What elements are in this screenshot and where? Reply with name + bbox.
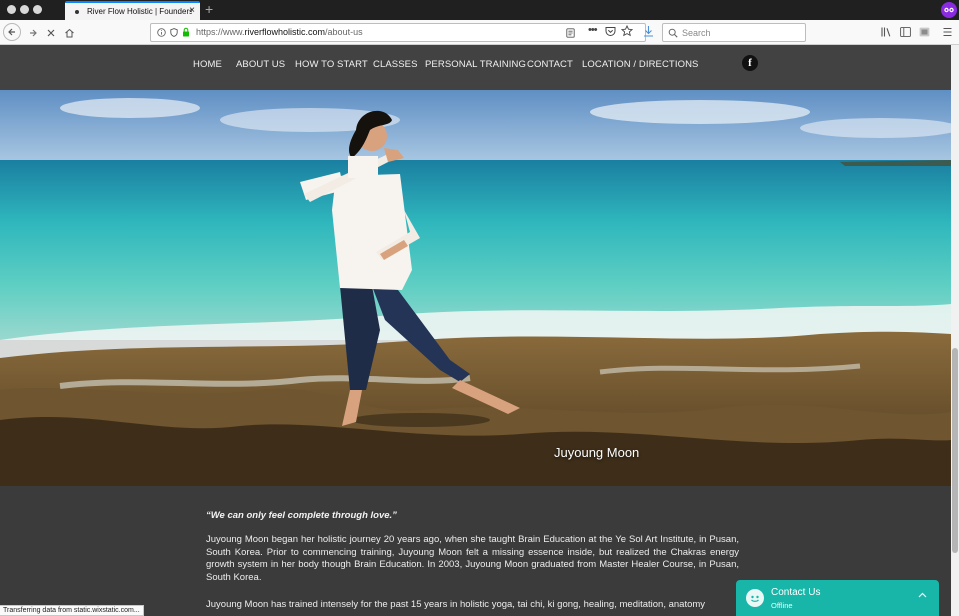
bio-paragraph-1: Juyoung Moon began her holistic journey … bbox=[206, 534, 739, 583]
search-placeholder: Search bbox=[682, 28, 711, 38]
search-icon bbox=[668, 28, 678, 38]
nav-about-us[interactable]: ABOUT US bbox=[236, 59, 285, 70]
navigation-toolbar: https://www.riverflowholistic.com/about-… bbox=[0, 20, 959, 45]
arrow-right-icon bbox=[29, 29, 37, 36]
pocket-icon[interactable] bbox=[605, 26, 616, 37]
tab-close-icon[interactable]: × bbox=[189, 5, 195, 16]
nav-classes[interactable]: CLASSES bbox=[373, 59, 418, 70]
site-header: HOME ABOUT US HOW TO START CLASSES PERSO… bbox=[0, 45, 951, 90]
address-bar[interactable]: https://www.riverflowholistic.com/about-… bbox=[150, 23, 646, 42]
sidebar-icon[interactable] bbox=[900, 27, 911, 37]
favicon-icon bbox=[72, 7, 82, 17]
facebook-icon[interactable]: f bbox=[742, 55, 758, 71]
library-icon[interactable] bbox=[881, 27, 892, 37]
nav-home[interactable]: HOME bbox=[193, 59, 222, 70]
nav-location-directions[interactable]: LOCATION / DIRECTIONS bbox=[582, 59, 698, 70]
chat-avatar-icon bbox=[746, 589, 764, 607]
nav-how-to-start[interactable]: HOW TO START bbox=[295, 59, 368, 70]
beach-photo bbox=[0, 90, 951, 486]
minimize-window-button[interactable] bbox=[20, 5, 29, 14]
star-bookmark-icon[interactable] bbox=[621, 25, 633, 37]
arrow-left-icon bbox=[8, 28, 15, 36]
new-tab-button[interactable]: + bbox=[205, 2, 213, 16]
forward-button[interactable] bbox=[24, 24, 41, 41]
chevron-up-icon[interactable] bbox=[918, 592, 927, 598]
back-button[interactable] bbox=[3, 23, 21, 41]
bio-paragraph-2: Juyoung Moon has trained intensely for t… bbox=[206, 599, 706, 610]
active-tab[interactable]: River Flow Holistic | Founders × bbox=[65, 1, 200, 20]
reader-view-icon[interactable] bbox=[566, 28, 575, 38]
extension-mask-icon[interactable] bbox=[941, 2, 957, 18]
close-icon bbox=[47, 29, 54, 36]
quote: “We can only feel complete through love.… bbox=[206, 510, 397, 521]
home-button[interactable] bbox=[61, 24, 78, 41]
page-scrollbar[interactable] bbox=[951, 45, 959, 616]
hamburger-menu-icon[interactable] bbox=[943, 27, 952, 37]
tab-title: River Flow Holistic | Founders bbox=[87, 7, 192, 16]
url-text: https://www.riverflowholistic.com/about-… bbox=[196, 27, 363, 37]
contact-title: Contact Us bbox=[771, 587, 821, 598]
status-bar: Transferring data from static.wixstatic.… bbox=[0, 605, 144, 616]
scrollbar-thumb[interactable] bbox=[952, 348, 958, 553]
download-icon[interactable] bbox=[643, 25, 654, 37]
info-icon[interactable] bbox=[157, 28, 166, 37]
browser-tab-bar: River Flow Holistic | Founders × + bbox=[0, 0, 959, 20]
lock-icon[interactable] bbox=[182, 27, 190, 37]
nav-contact[interactable]: CONTACT bbox=[527, 59, 573, 70]
close-window-button[interactable] bbox=[7, 5, 16, 14]
page-actions-menu-icon[interactable]: ••• bbox=[588, 24, 598, 36]
contact-status: Offline bbox=[771, 601, 793, 610]
nav-personal-training[interactable]: PERSONAL TRAINING bbox=[425, 59, 526, 70]
home-icon bbox=[65, 28, 74, 37]
hero-image: Juyoung Moon bbox=[0, 90, 951, 486]
extension-icon[interactable] bbox=[919, 27, 930, 37]
hero-caption: Juyoung Moon bbox=[554, 445, 640, 460]
stop-loading-button[interactable] bbox=[42, 24, 59, 41]
search-bar[interactable]: Search bbox=[662, 23, 806, 42]
shield-icon[interactable] bbox=[170, 28, 178, 37]
contact-us-widget[interactable]: Contact Us Offline bbox=[736, 580, 939, 616]
maximize-window-button[interactable] bbox=[33, 5, 42, 14]
